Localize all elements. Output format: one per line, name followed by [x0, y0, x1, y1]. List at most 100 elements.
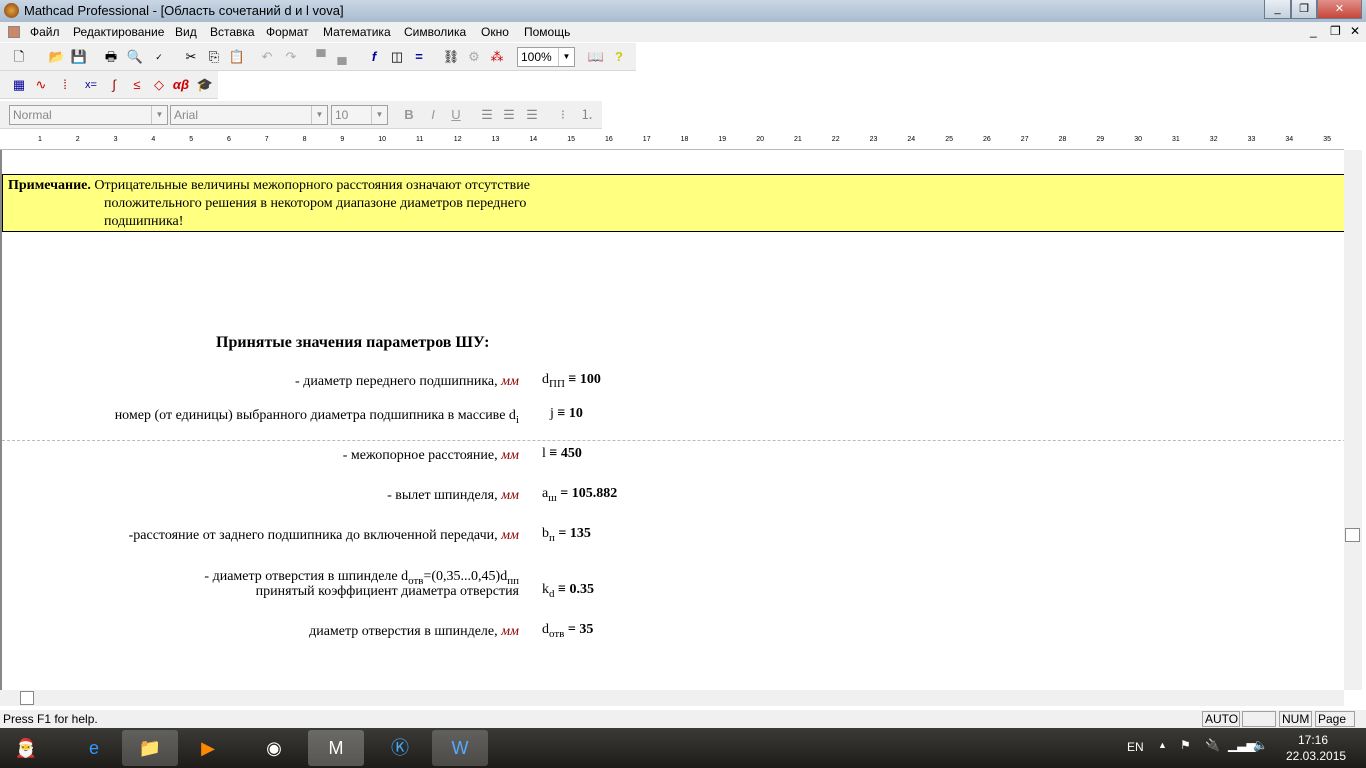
- param-definition[interactable]: l ≡ 450: [542, 446, 582, 464]
- copy-icon[interactable]: ⎘: [205, 48, 223, 66]
- menu-window[interactable]: Окно: [481, 25, 509, 39]
- paste-icon[interactable]: 📋: [228, 48, 246, 66]
- align-top-icon[interactable]: ▀: [312, 48, 330, 66]
- zoom-select[interactable]: 100% ▼: [517, 47, 575, 67]
- scroll-thumb[interactable]: [20, 691, 34, 705]
- worksheet[interactable]: Примечание. Отрицательные величины межоп…: [0, 150, 1346, 690]
- param-label: - диаметр переднего подшипника, мм: [295, 374, 519, 389]
- doc-close-button[interactable]: ✕: [1350, 24, 1360, 38]
- open-icon[interactable]: 📂: [48, 48, 66, 66]
- param-definition[interactable]: bп = 135: [542, 526, 591, 544]
- explorer-icon[interactable]: 📁: [122, 730, 178, 766]
- align-left-icon[interactable]: ☰: [478, 106, 496, 124]
- underline-button[interactable]: U: [447, 106, 465, 124]
- insert-hyperlink-icon[interactable]: ⛓: [442, 48, 460, 66]
- print-icon[interactable]: 🖶: [102, 48, 120, 66]
- internet-explorer-icon[interactable]: e: [66, 730, 122, 766]
- mathcad-task-icon[interactable]: M: [308, 730, 364, 766]
- menu-view[interactable]: Вид: [175, 25, 197, 39]
- close-button[interactable]: ✕: [1317, 0, 1362, 19]
- style-select[interactable]: Normal ▼: [9, 105, 168, 125]
- menu-help[interactable]: Помощь: [524, 25, 570, 39]
- redo-icon[interactable]: ↷: [282, 48, 300, 66]
- maximize-button[interactable]: ❐: [1291, 0, 1317, 19]
- menu-edit[interactable]: Редактирование: [73, 25, 164, 39]
- bullets-icon[interactable]: ⁝: [554, 106, 572, 124]
- chevron-down-icon[interactable]: ▼: [558, 48, 574, 66]
- italic-button[interactable]: I: [424, 106, 442, 124]
- clock-date[interactable]: 22.03.2015: [1286, 749, 1346, 763]
- undo-icon[interactable]: ↶: [258, 48, 276, 66]
- boolean-icon[interactable]: ≤: [128, 76, 146, 94]
- resources-icon[interactable]: 📖: [587, 48, 605, 66]
- programming-icon[interactable]: ◇: [150, 76, 168, 94]
- print-preview-icon[interactable]: 🔍: [126, 48, 144, 66]
- clock-time[interactable]: 17:16: [1298, 733, 1328, 747]
- align-center-icon[interactable]: ☰: [500, 106, 518, 124]
- param-definition[interactable]: dотв = 35: [542, 622, 593, 640]
- power-icon[interactable]: 🔌: [1205, 738, 1220, 752]
- insert-component-icon[interactable]: ⚙: [465, 48, 483, 66]
- calculus-icon[interactable]: ∫: [105, 76, 123, 94]
- menu-math[interactable]: Математика: [323, 25, 391, 39]
- action-center-icon[interactable]: ⚑: [1180, 738, 1191, 752]
- save-icon[interactable]: 💾: [70, 48, 88, 66]
- start-button[interactable]: 🎅: [2, 730, 50, 766]
- calculate-icon[interactable]: =: [410, 48, 428, 66]
- font-select[interactable]: Arial ▼: [170, 105, 328, 125]
- evaluation-icon[interactable]: x=: [80, 76, 102, 94]
- param-definition[interactable]: kd ≡ 0.35: [542, 582, 594, 600]
- resource-center-icon[interactable]: ⁂: [488, 48, 506, 66]
- vertical-scrollbar[interactable]: [1344, 150, 1362, 690]
- param-definition[interactable]: aш = 105.882: [542, 486, 617, 504]
- chevron-down-icon[interactable]: ▼: [151, 106, 167, 124]
- help-icon[interactable]: ?: [610, 48, 628, 66]
- bold-button[interactable]: B: [400, 106, 418, 124]
- minimize-button[interactable]: _: [1264, 0, 1291, 19]
- chevron-down-icon[interactable]: ▼: [311, 106, 327, 124]
- scroll-thumb[interactable]: [1345, 528, 1360, 542]
- cut-icon[interactable]: ✂: [182, 48, 200, 66]
- param-definition[interactable]: j ≡ 10: [550, 406, 583, 424]
- align-down-icon[interactable]: ▄: [333, 48, 351, 66]
- font-size-select[interactable]: 10 ▼: [331, 105, 388, 125]
- kaspersky-icon[interactable]: Ⓚ: [372, 730, 428, 766]
- menu-insert[interactable]: Вставка: [210, 25, 255, 39]
- insert-function-icon[interactable]: f: [365, 48, 383, 66]
- volume-icon[interactable]: 🔈: [1253, 738, 1268, 752]
- mathcad-app-icon[interactable]: [4, 3, 19, 18]
- document-icon[interactable]: [8, 26, 20, 38]
- doc-restore-button[interactable]: ❐: [1330, 24, 1341, 38]
- doc-minimize-button[interactable]: _: [1310, 24, 1317, 38]
- language-indicator[interactable]: EN: [1127, 740, 1144, 754]
- menu-format[interactable]: Формат: [266, 25, 309, 39]
- matrix-icon[interactable]: ⁞: [56, 76, 74, 94]
- param-definition[interactable]: dПП ≡ 100: [542, 372, 601, 390]
- show-hidden-icons[interactable]: ▲: [1158, 740, 1167, 750]
- menu-file[interactable]: Файл: [30, 25, 60, 39]
- symbolic-icon[interactable]: 🎓: [196, 76, 214, 94]
- note-line: положительного решения в некотором диапа…: [104, 196, 527, 211]
- greek-icon[interactable]: αβ: [172, 76, 190, 94]
- graph-icon[interactable]: ∿: [32, 76, 50, 94]
- insert-unit-icon[interactable]: ◫: [388, 48, 406, 66]
- calculator-icon[interactable]: ▦: [10, 76, 28, 94]
- spell-check-icon[interactable]: ✓: [150, 48, 168, 66]
- network-icon[interactable]: ▁▃▅: [1228, 738, 1256, 752]
- chevron-down-icon[interactable]: ▼: [371, 106, 387, 124]
- menu-symbolics[interactable]: Символика: [404, 25, 466, 39]
- ruler-tick-label: 5: [189, 136, 194, 143]
- ruler-tick-label: 14: [529, 136, 538, 143]
- align-right-icon[interactable]: ☰: [523, 106, 541, 124]
- new-icon[interactable]: 🗋: [10, 48, 28, 66]
- ruler-tick-label: 15: [567, 136, 575, 143]
- ruler-tick-label: 34: [1285, 136, 1294, 143]
- horizontal-scrollbar[interactable]: [0, 690, 1344, 706]
- ruler[interactable]: 1 2 3 4 5 6 7 8 9 10 11 12 13 14 15 16 17 18 19 20 21 22 23 24 2…: [0, 132, 1344, 150]
- chrome-icon[interactable]: ◉: [246, 730, 302, 766]
- word-icon[interactable]: W: [432, 730, 488, 766]
- media-player-icon[interactable]: ▶: [180, 730, 236, 766]
- note-region[interactable]: Примечание. Отрицательные величины межоп…: [2, 174, 1346, 232]
- numbering-icon[interactable]: ⒈: [578, 106, 596, 124]
- font-value: Arial: [174, 108, 199, 122]
